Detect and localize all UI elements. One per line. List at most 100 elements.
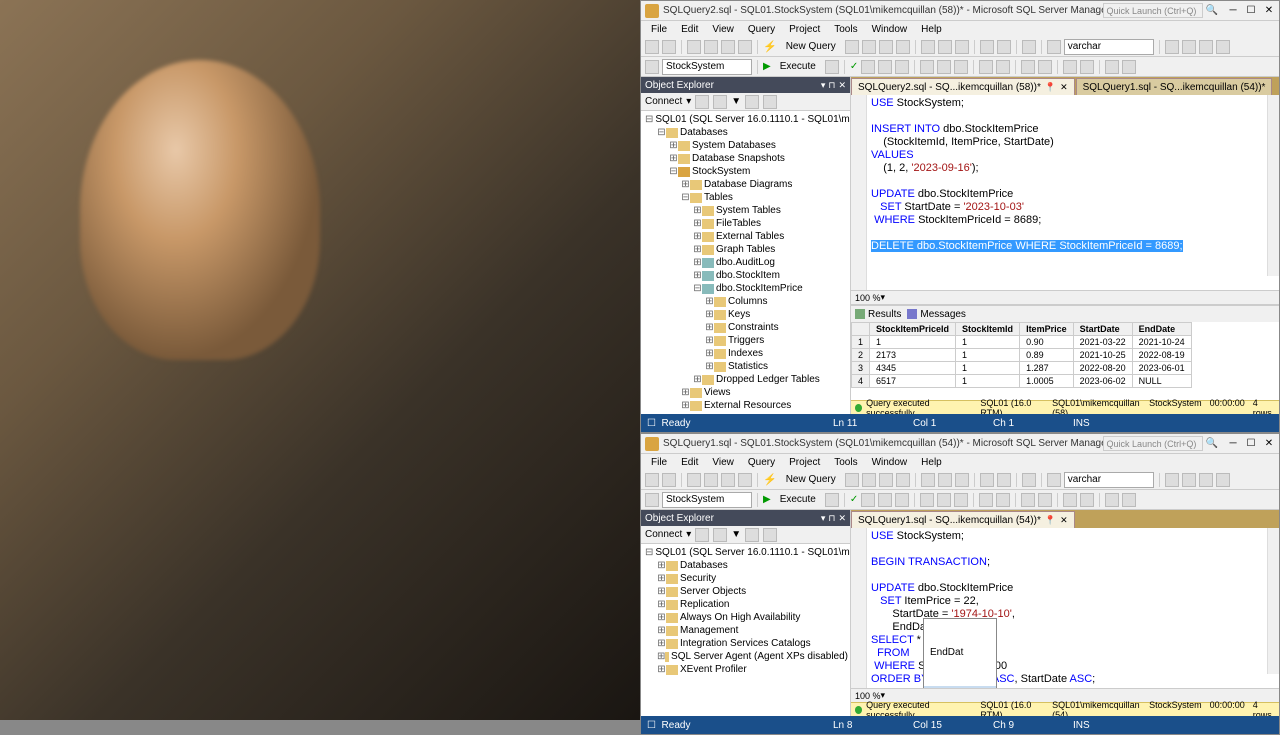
cut-button[interactable] [921, 473, 935, 487]
paste-button[interactable] [955, 40, 969, 54]
maximize-button[interactable]: ☐ [1245, 438, 1257, 450]
tb2-btn-1[interactable] [878, 493, 892, 507]
menu-help[interactable]: Help [915, 457, 948, 468]
tree-sysdbs[interactable]: ⊞System Databases [643, 139, 848, 152]
tb-btn-7[interactable] [1165, 40, 1179, 54]
tb2-btn-8[interactable] [1021, 493, 1035, 507]
parse-icon[interactable]: ✓ [850, 494, 858, 505]
undo-button[interactable] [980, 40, 994, 54]
menu-tools[interactable]: Tools [828, 24, 863, 35]
tree-integration[interactable]: ⊞Integration Services Catalogs [643, 637, 848, 650]
tb-btn-1[interactable] [845, 40, 859, 54]
close-button[interactable]: ✕ [1263, 5, 1275, 17]
stop-button[interactable] [825, 493, 839, 507]
intellisense-item[interactable]: EndDate [924, 686, 996, 688]
tb2-btn-10[interactable] [1063, 493, 1077, 507]
tb-btn-7[interactable] [1165, 473, 1179, 487]
titlebar[interactable]: SQLQuery1.sql - SQL01.StockSystem (SQL01… [641, 434, 1279, 454]
editor-scrollbar[interactable] [1267, 528, 1279, 674]
tb2-btn-12[interactable] [1105, 60, 1119, 74]
tree-sqlagent[interactable]: ⊞SQL Server Agent (Agent XPs disabled) [643, 650, 848, 663]
results-tab[interactable]: Results [855, 309, 901, 320]
save-all-button[interactable] [738, 473, 752, 487]
tree-indexes[interactable]: ⊞Indexes [643, 347, 848, 360]
tree-filetables[interactable]: ⊞FileTables [643, 217, 848, 230]
connect-button[interactable]: Connect [645, 96, 682, 107]
undo-button[interactable] [980, 473, 994, 487]
results-grid[interactable]: StockItemPriceIdStockItemIdItemPriceStar… [851, 322, 1279, 400]
tb-btn-2[interactable] [862, 473, 876, 487]
tb2-btn-11[interactable] [1080, 60, 1094, 74]
tb2-btn-4[interactable] [937, 493, 951, 507]
tree-statistics[interactable]: ⊞Statistics [643, 360, 848, 373]
back-button[interactable] [645, 473, 659, 487]
tree-stockitem[interactable]: ⊞dbo.StockItem [643, 269, 848, 282]
open-button[interactable] [704, 40, 718, 54]
exp-tb-1[interactable] [695, 528, 709, 542]
tb-btn-6[interactable] [1047, 473, 1061, 487]
tree-dbsnap[interactable]: ⊞Database Snapshots [643, 152, 848, 165]
explorer-header[interactable]: Object Explorer ▾ ⊓ ✕ [641, 510, 850, 526]
zoom-level[interactable]: 100 % [855, 293, 881, 303]
new-query-button[interactable]: New Query [780, 39, 842, 55]
db-icon[interactable] [645, 493, 659, 507]
explorer-tree[interactable]: ⊟SQL01 (SQL Server 16.0.1110.1 - SQL01\m… [641, 111, 850, 414]
tb2-btn-11[interactable] [1080, 493, 1094, 507]
parse-icon[interactable]: ✓ [850, 61, 858, 72]
menu-help[interactable]: Help [915, 24, 948, 35]
exp-tb-2[interactable] [713, 528, 727, 542]
redo-button[interactable] [997, 473, 1011, 487]
stop-button[interactable] [825, 60, 839, 74]
tb-btn-2[interactable] [862, 40, 876, 54]
code-editor[interactable]: USE StockSystem; INSERT INTO dbo.StockIt… [851, 95, 1279, 290]
tb2-btn-5[interactable] [954, 493, 968, 507]
paste-button[interactable] [955, 473, 969, 487]
refresh-button[interactable] [745, 95, 759, 109]
db-icon[interactable] [645, 60, 659, 74]
tree-security[interactable]: ⊞Security [643, 572, 848, 585]
plan-button[interactable] [861, 493, 875, 507]
type-dropdown[interactable]: varchar [1064, 39, 1154, 55]
tb-btn-8[interactable] [1182, 473, 1196, 487]
tree-systables[interactable]: ⊞System Tables [643, 204, 848, 217]
intellisense-popup[interactable]: EndDat EndDate [923, 618, 997, 688]
tb-btn-3[interactable] [879, 473, 893, 487]
menu-edit[interactable]: Edit [675, 24, 704, 35]
new-project-button[interactable] [687, 40, 701, 54]
tb-btn-9[interactable] [1199, 473, 1213, 487]
tb2-btn-9[interactable] [1038, 493, 1052, 507]
tree-dropped[interactable]: ⊞Dropped Ledger Tables [643, 373, 848, 386]
tb-btn-4[interactable] [896, 473, 910, 487]
close-button[interactable]: ✕ [1263, 438, 1275, 450]
tree-replication[interactable]: ⊞Replication [643, 598, 848, 611]
tb2-btn-10[interactable] [1063, 60, 1077, 74]
tb-btn-8[interactable] [1182, 40, 1196, 54]
save-all-button[interactable] [738, 40, 752, 54]
search-icon[interactable]: 🔍 [1206, 438, 1218, 449]
tree-triggers[interactable]: ⊞Triggers [643, 334, 848, 347]
tb2-btn-5[interactable] [954, 60, 968, 74]
explorer-header[interactable]: Object Explorer ▾ ⊓ ✕ [641, 77, 850, 93]
execute-button[interactable]: Execute [774, 59, 822, 75]
tab-query2[interactable]: SQLQuery2.sql - SQ...ikemcquillan (58))*… [851, 78, 1075, 95]
cut-button[interactable] [921, 40, 935, 54]
tree-exttables[interactable]: ⊞External Tables [643, 230, 848, 243]
tab-query1[interactable]: SQLQuery1.sql - SQ...ikemcquillan (54))*… [851, 511, 1075, 528]
titlebar[interactable]: SQLQuery2.sql - SQL01.StockSystem (SQL01… [641, 1, 1279, 21]
pin-icon[interactable]: ⊓ [828, 513, 835, 524]
search-icon[interactable]: 🔍 [1206, 5, 1218, 16]
menu-project[interactable]: Project [783, 24, 826, 35]
tb2-btn-3[interactable] [920, 493, 934, 507]
messages-tab[interactable]: Messages [907, 309, 966, 320]
exp-tb-1[interactable] [695, 95, 709, 109]
code-content[interactable]: USE StockSystem; BEGIN TRANSACTION; UPDA… [867, 528, 1279, 688]
refresh-button[interactable] [745, 528, 759, 542]
tb2-btn-1[interactable] [878, 60, 892, 74]
quick-launch-input[interactable]: Quick Launch (Ctrl+Q) [1103, 3, 1203, 18]
tree-tables[interactable]: ⊟Tables [643, 191, 848, 204]
tb-btn-4[interactable] [896, 40, 910, 54]
tb2-btn-13[interactable] [1122, 493, 1136, 507]
tree-xevent[interactable]: ⊞XEvent Profiler [643, 663, 848, 676]
filter-icon[interactable]: ▼ [731, 529, 741, 540]
minimize-button[interactable]: ─ [1227, 438, 1239, 450]
